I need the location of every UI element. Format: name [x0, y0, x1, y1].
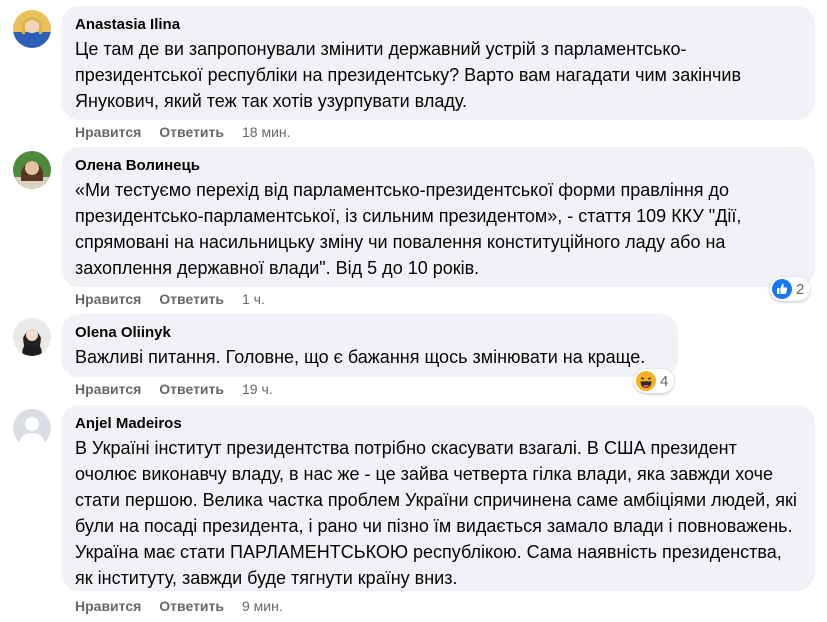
- comment-actions: Нравится Ответить 19 ч.: [75, 380, 273, 398]
- comment-actions: Нравится Ответить 18 мин.: [75, 123, 291, 141]
- comment-author[interactable]: Olena Oliinyk: [75, 323, 664, 342]
- haha-icon: [636, 371, 656, 391]
- reaction-number: 4: [660, 372, 669, 390]
- like-button[interactable]: Нравится: [75, 597, 141, 615]
- comment-actions: Нравится Ответить 9 мин.: [75, 597, 283, 615]
- comment-text: Важливі питання. Головне, що є бажання щ…: [75, 347, 646, 367]
- avatar[interactable]: [13, 409, 51, 447]
- reaction-count[interactable]: 2: [770, 277, 811, 301]
- comment-bubble: Olena Oliinyk Важливі питання. Головне, …: [61, 314, 678, 377]
- like-button[interactable]: Нравится: [75, 123, 141, 141]
- comment-text: В Україні інститут президентства потрібн…: [75, 438, 797, 588]
- comment-bubble: Олена Волинець «Ми тестуємо перехід від …: [61, 147, 815, 287]
- avatar[interactable]: [13, 318, 51, 356]
- reply-button[interactable]: Ответить: [159, 380, 224, 398]
- like-button[interactable]: Нравится: [75, 290, 141, 308]
- like-icon: [772, 279, 792, 299]
- comment-time[interactable]: 1 ч.: [242, 290, 265, 308]
- like-button[interactable]: Нравится: [75, 380, 141, 398]
- avatar[interactable]: [13, 151, 51, 189]
- reaction-count[interactable]: 4: [634, 369, 675, 393]
- comment-bubble: Anastasia Ilina Це там де ви запропонува…: [61, 6, 815, 120]
- comment-text: «Ми тестуємо перехід від парламентсько-п…: [75, 180, 742, 278]
- comment-bubble: Anjel Madeiros В Україні інститут презид…: [61, 405, 815, 591]
- comment-time[interactable]: 19 ч.: [242, 380, 273, 398]
- reply-button[interactable]: Ответить: [159, 290, 224, 308]
- reply-button[interactable]: Ответить: [159, 123, 224, 141]
- comment-actions: Нравится Ответить 1 ч.: [75, 290, 265, 308]
- comment-time[interactable]: 9 мин.: [242, 597, 283, 615]
- reaction-number: 2: [796, 280, 805, 298]
- avatar[interactable]: [13, 10, 51, 48]
- reply-button[interactable]: Ответить: [159, 597, 224, 615]
- comment-author[interactable]: Anjel Madeiros: [75, 414, 801, 433]
- comment-text: Це там де ви запропонували змінити держа…: [75, 39, 742, 111]
- comment-author[interactable]: Anastasia Ilina: [75, 15, 801, 34]
- comment-author[interactable]: Олена Волинець: [75, 156, 801, 175]
- comment-time[interactable]: 18 мин.: [242, 123, 291, 141]
